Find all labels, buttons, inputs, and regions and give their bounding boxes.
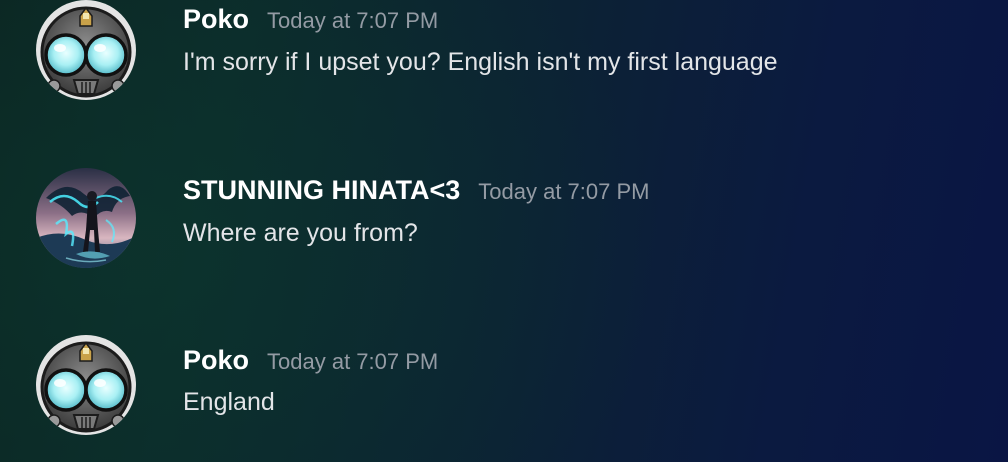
timestamp: Today at 7:07 PM: [478, 179, 650, 204]
message-text: I'm sorry if I upset you? English isn't …: [183, 48, 778, 76]
username[interactable]: STUNNING HINATA<3: [183, 175, 460, 205]
robot-mask-avatar-icon[interactable]: [36, 0, 136, 100]
chat-message: Poko Today at 7:07 PM I'm sorry if I upse…: [0, 0, 1008, 120]
dragon-warrior-avatar-icon[interactable]: [36, 168, 136, 268]
timestamp: Today at 7:07 PM: [267, 349, 439, 374]
robot-mask-avatar-icon[interactable]: [36, 335, 136, 435]
message-header: Poko Today at 7:07 PM: [183, 4, 438, 35]
message-header: STUNNING HINATA<3 Today at 7:07 PM: [183, 175, 649, 206]
chat-message: Poko Today at 7:07 PM England: [0, 335, 1008, 455]
timestamp: Today at 7:07 PM: [267, 8, 439, 33]
message-text: England: [183, 388, 275, 416]
message-header: Poko Today at 7:07 PM: [183, 345, 438, 376]
username[interactable]: Poko: [183, 4, 249, 34]
chat-message: STUNNING HINATA<3 Today at 7:07 PM Where …: [0, 165, 1008, 285]
message-text: Where are you from?: [183, 219, 418, 247]
username[interactable]: Poko: [183, 345, 249, 375]
